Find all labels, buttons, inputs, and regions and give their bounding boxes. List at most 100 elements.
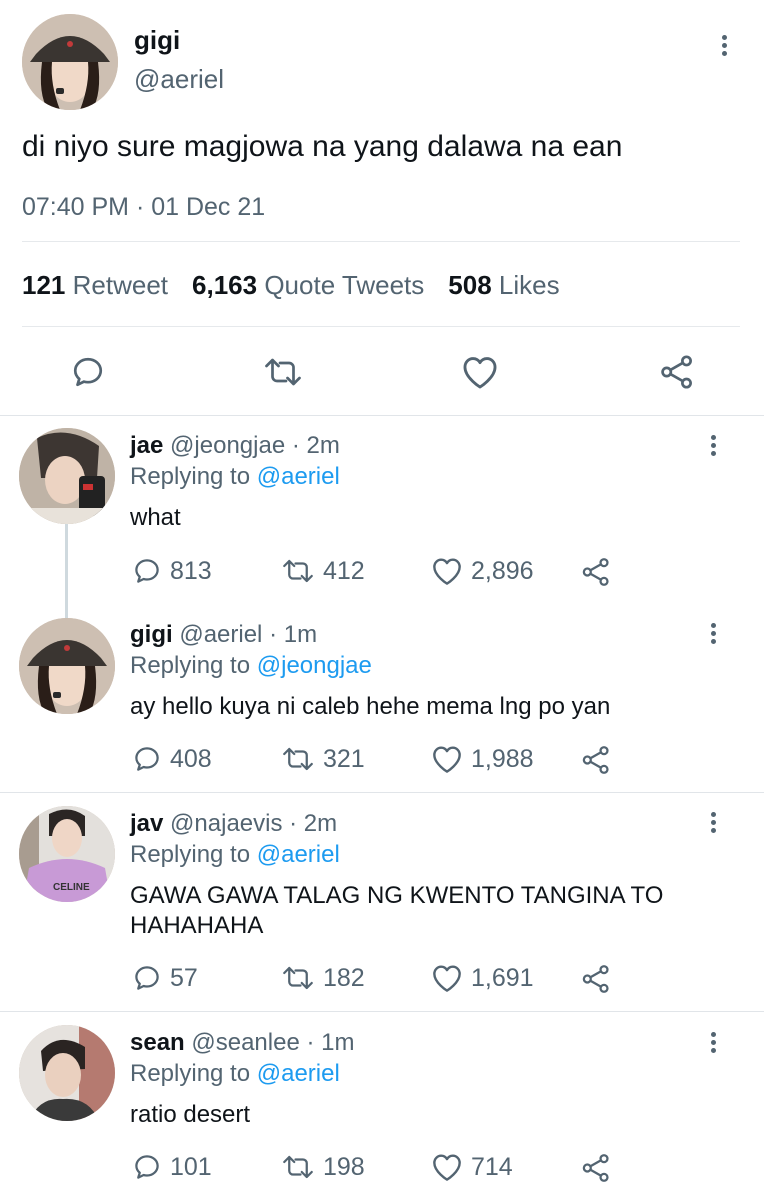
replying-to-label: Replying to <box>130 463 251 490</box>
avatar[interactable] <box>19 1025 115 1121</box>
handle[interactable]: @aeriel <box>134 64 224 95</box>
retweet-button[interactable]: 412 <box>281 556 365 586</box>
handle[interactable]: @jeongjae <box>170 432 285 459</box>
mention-link[interactable]: @aeriel <box>257 1060 340 1087</box>
reply-button[interactable]: 101 <box>132 1152 212 1182</box>
reply-button[interactable]: 57 <box>132 963 198 993</box>
reply-icon <box>135 747 159 771</box>
heart-icon <box>433 746 461 773</box>
mention-link[interactable]: @aeriel <box>257 841 340 868</box>
divider <box>22 326 740 327</box>
more-options-icon[interactable] <box>712 32 736 62</box>
heart-icon <box>433 558 461 585</box>
like-button[interactable]: 1,691 <box>431 963 534 993</box>
more-options-icon[interactable] <box>701 620 725 650</box>
mention-link[interactable]: @jeongjae <box>257 652 372 679</box>
share-button[interactable] <box>580 962 620 996</box>
replying-to-label: Replying to <box>130 841 251 868</box>
display-name[interactable]: gigi <box>134 25 180 56</box>
like-count: 1,988 <box>471 744 534 773</box>
share-icon <box>582 1154 609 1182</box>
reply-text-line-2: HAHAHAHA <box>130 912 264 939</box>
heart-icon <box>433 1154 461 1181</box>
avatar[interactable] <box>22 14 118 110</box>
retweets-label: Retweet <box>72 270 169 300</box>
tweet-text: di niyo sure magjowa na yang dalawa na e… <box>22 130 623 163</box>
reply-time[interactable]: · 1m <box>269 621 317 648</box>
like-button[interactable]: 1,988 <box>431 744 534 774</box>
reply-icon <box>73 357 103 387</box>
display-name[interactable]: gigi <box>130 621 173 648</box>
retweet-button[interactable]: 182 <box>281 963 365 993</box>
display-name[interactable]: jae <box>130 432 163 459</box>
reply-text: ay hello kuya ni caleb hehe mema lng po … <box>130 693 611 720</box>
retweet-count: 182 <box>323 963 365 992</box>
share-button[interactable] <box>580 1151 620 1185</box>
more-options-icon[interactable] <box>701 809 725 839</box>
more-options-icon[interactable] <box>701 432 725 462</box>
retweet-button[interactable]: 198 <box>281 1152 365 1182</box>
handle[interactable]: @aeriel <box>179 621 262 648</box>
reply-text: ratio desert <box>130 1101 251 1128</box>
reply-icon <box>135 966 159 990</box>
quotes-label: Quote Tweets <box>264 270 425 300</box>
likes-count: 508 <box>448 270 492 300</box>
likes-stat[interactable]: 508 Likes <box>448 270 559 301</box>
heart-icon <box>433 965 461 992</box>
retweet-button[interactable] <box>263 354 303 395</box>
reply-button[interactable]: 813 <box>132 556 212 586</box>
retweet-icon <box>265 358 301 386</box>
reply-button[interactable] <box>70 354 106 395</box>
handle[interactable]: @seanlee <box>191 1029 299 1056</box>
avatar[interactable] <box>19 618 115 714</box>
like-button[interactable]: 2,896 <box>431 556 534 586</box>
avatar-shirt-text: CELINE <box>53 882 90 893</box>
replying-to: Replying to @jeongjae <box>130 651 372 681</box>
reply-header: jae @jeongjae · 2m <box>130 432 340 460</box>
quotes-stat[interactable]: 6,163 Quote Tweets <box>192 270 424 301</box>
more-options-icon[interactable] <box>701 1029 725 1059</box>
display-name[interactable]: sean <box>130 1029 185 1056</box>
reply-count: 57 <box>170 963 198 992</box>
mention-link[interactable]: @aeriel <box>257 463 340 490</box>
share-button[interactable] <box>658 352 696 397</box>
replying-to: Replying to @aeriel <box>130 1059 340 1089</box>
display-name[interactable]: jav <box>130 810 163 837</box>
quotes-count: 6,163 <box>192 270 258 300</box>
reply-time[interactable]: · 2m <box>289 810 337 837</box>
reply-icon <box>135 1155 159 1179</box>
reply-count: 101 <box>170 1152 212 1181</box>
reply-count: 813 <box>170 556 212 585</box>
share-button[interactable] <box>580 555 620 589</box>
reply-text: GAWA GAWA TALAG NG KWENTO TANGINA TO <box>130 882 664 909</box>
retweet-count: 412 <box>323 556 365 585</box>
reply-time[interactable]: · 2m <box>292 432 340 459</box>
thread-line <box>65 522 68 618</box>
reply-header: sean @seanlee · 1m <box>130 1029 354 1057</box>
retweet-button[interactable]: 321 <box>281 744 365 774</box>
replying-to: Replying to @aeriel <box>130 840 340 870</box>
reply-time[interactable]: · 1m <box>306 1029 354 1056</box>
reply-button[interactable]: 408 <box>132 744 212 774</box>
avatar[interactable]: CELINE <box>19 806 115 902</box>
reply-text: what <box>130 504 181 531</box>
avatar[interactable] <box>19 428 115 524</box>
retweet-icon <box>283 966 313 990</box>
retweet-count: 321 <box>323 744 365 773</box>
like-count: 2,896 <box>471 556 534 585</box>
like-button[interactable] <box>461 354 499 395</box>
timestamp[interactable]: 07:40 PM · 01 Dec 21 <box>22 193 265 222</box>
retweet-icon <box>283 559 313 583</box>
section-divider <box>0 1011 764 1012</box>
like-count: 714 <box>471 1152 513 1181</box>
divider <box>22 241 740 242</box>
section-divider <box>0 415 764 416</box>
section-divider <box>0 792 764 793</box>
handle[interactable]: @najaevis <box>170 810 282 837</box>
retweets-stat[interactable]: 121 Retweet <box>22 270 168 301</box>
like-button[interactable]: 714 <box>431 1152 513 1182</box>
retweet-count: 198 <box>323 1152 365 1181</box>
replying-to-label: Replying to <box>130 652 251 679</box>
share-icon <box>582 965 609 993</box>
share-button[interactable] <box>580 743 620 777</box>
